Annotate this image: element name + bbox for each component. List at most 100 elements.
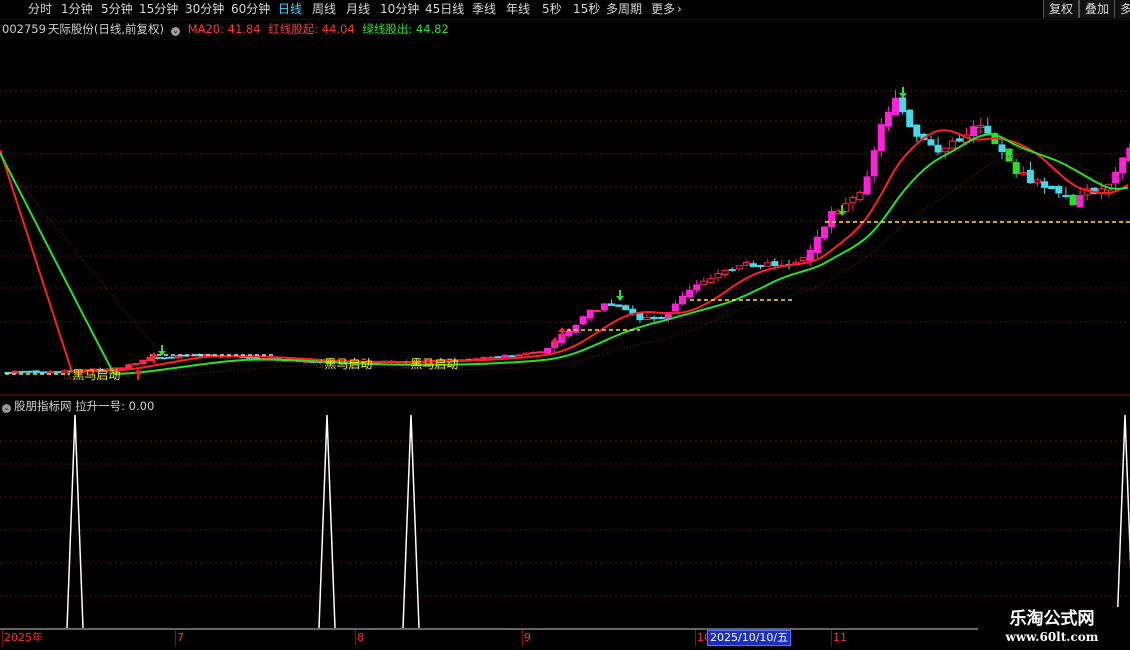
- candle-body-17: [125, 364, 133, 369]
- candle-body-23: [167, 356, 175, 359]
- candle-body-122: [870, 150, 878, 177]
- candle-body-19: [139, 359, 147, 365]
- candle-body-142: [1012, 162, 1020, 175]
- period-11[interactable]: 季线: [472, 2, 496, 17]
- candle-body-151: [1076, 195, 1084, 208]
- period-13[interactable]: 5秒: [542, 2, 562, 17]
- date-label-3: 9: [524, 631, 531, 644]
- indicator-chart[interactable]: [0, 397, 1130, 630]
- watermark-title: 乐淘公式网: [1009, 609, 1095, 629]
- sell-arrow-icon-2: [899, 87, 907, 98]
- candle-body-143: [1019, 172, 1027, 175]
- candle-body-91: [650, 316, 658, 320]
- candle-body-7: [54, 371, 62, 374]
- candle-body-72: [515, 354, 523, 357]
- candle-body-147: [1048, 185, 1056, 190]
- buy-arrow-icon-0: [134, 369, 142, 380]
- annotation-text: 黑马启动: [72, 368, 121, 382]
- period-5[interactable]: 60分钟: [231, 2, 270, 17]
- candle-body-112: [799, 257, 807, 262]
- candle-body-35: [253, 357, 260, 360]
- candle-body-119: [849, 196, 857, 204]
- toolbar-button-0[interactable]: 复权: [1043, 0, 1080, 18]
- candle-body-124: [884, 111, 892, 127]
- candle-body-6: [47, 370, 55, 374]
- candle-body-4: [32, 370, 40, 373]
- period-8[interactable]: 月线: [346, 2, 370, 17]
- candle-body-156: [1112, 171, 1120, 184]
- candle-body-71: [508, 355, 516, 358]
- candle-body-120: [856, 191, 864, 201]
- candle-body-80: [572, 324, 580, 333]
- chevron-right-icon[interactable]: ›: [677, 2, 682, 17]
- watermark: 乐淘公式网 www.60lt.com: [982, 607, 1122, 649]
- period-0[interactable]: 分时: [28, 2, 52, 17]
- candle-body-83: [593, 309, 601, 312]
- candle-body-134: [955, 138, 963, 142]
- candle-body-79: [565, 330, 573, 337]
- candle-body-115: [821, 226, 828, 239]
- candle-body-104: [742, 261, 750, 266]
- period-4[interactable]: 30分钟: [185, 2, 224, 17]
- candle-body-3: [25, 370, 33, 373]
- candles-group: [4, 89, 1130, 375]
- candle-body-149: [1062, 194, 1070, 197]
- pointing-hand-icon: ☝: [316, 357, 324, 371]
- period-9[interactable]: 10分钟: [380, 2, 419, 17]
- candle-body-67: [480, 357, 488, 360]
- period-16[interactable]: 更多: [651, 2, 675, 17]
- candle-body-140: [998, 144, 1006, 153]
- candle-body-138: [984, 125, 992, 134]
- candle-body-20: [146, 356, 154, 362]
- candle-body-137: [977, 125, 985, 129]
- candle-body-144: [1026, 169, 1034, 184]
- period-1[interactable]: 1分钟: [61, 2, 93, 17]
- period-12[interactable]: 年线: [506, 2, 530, 17]
- date-label-2: 8: [357, 631, 364, 644]
- candle-body-106: [757, 265, 765, 268]
- date-tick: [175, 630, 176, 646]
- signal-annotation-1: ☝黑马启动: [316, 357, 372, 371]
- period-15[interactable]: 多周期: [606, 2, 642, 17]
- candlestick-chart[interactable]: [0, 20, 1130, 396]
- toolbar-button-1[interactable]: 叠加: [1079, 0, 1116, 18]
- pointing-hand-icon: ☝: [64, 368, 72, 382]
- period-14[interactable]: 15秒: [573, 2, 600, 17]
- period-2[interactable]: 5分钟: [101, 2, 133, 17]
- candle-body-69: [494, 356, 502, 359]
- date-label-1: 7: [177, 631, 184, 644]
- candle-body-101: [721, 270, 729, 275]
- candle-body-5: [40, 371, 47, 374]
- candle-body-85: [608, 303, 615, 307]
- candle-body-74: [529, 351, 537, 354]
- candle-body-141: [1005, 148, 1013, 162]
- period-3[interactable]: 15分钟: [139, 2, 178, 17]
- indicator-spike-159: [1116, 414, 1130, 629]
- candle-body-96: [686, 289, 694, 298]
- candle-body-103: [735, 265, 743, 270]
- candle-body-75: [537, 351, 544, 354]
- candle-body-127: [906, 109, 914, 128]
- candle-body-90: [643, 316, 651, 320]
- period-10[interactable]: 45日线: [425, 2, 464, 17]
- candle-body-94: [671, 303, 679, 312]
- candle-body-34: [245, 356, 253, 359]
- candle-body-95: [679, 295, 686, 305]
- candle-body-73: [522, 352, 530, 356]
- candle-body-121: [863, 176, 871, 195]
- period-7[interactable]: 周线: [312, 2, 336, 17]
- candle-body-97: [693, 284, 701, 291]
- candle-body-2: [18, 370, 26, 373]
- candle-body-84: [600, 303, 608, 311]
- period-6[interactable]: 日线: [278, 2, 302, 17]
- candle-body-99: [707, 278, 715, 283]
- candle-body-118: [842, 203, 850, 213]
- candle-body-89: [636, 313, 644, 321]
- candle-body-133: [948, 140, 956, 149]
- candle-body-126: [899, 97, 907, 113]
- toolbar-button-2[interactable]: 多: [1114, 0, 1130, 18]
- candle-body-107: [764, 262, 772, 267]
- candle-body-146: [1041, 181, 1049, 188]
- candle-body-132: [941, 147, 949, 153]
- candle-body-70: [501, 354, 509, 358]
